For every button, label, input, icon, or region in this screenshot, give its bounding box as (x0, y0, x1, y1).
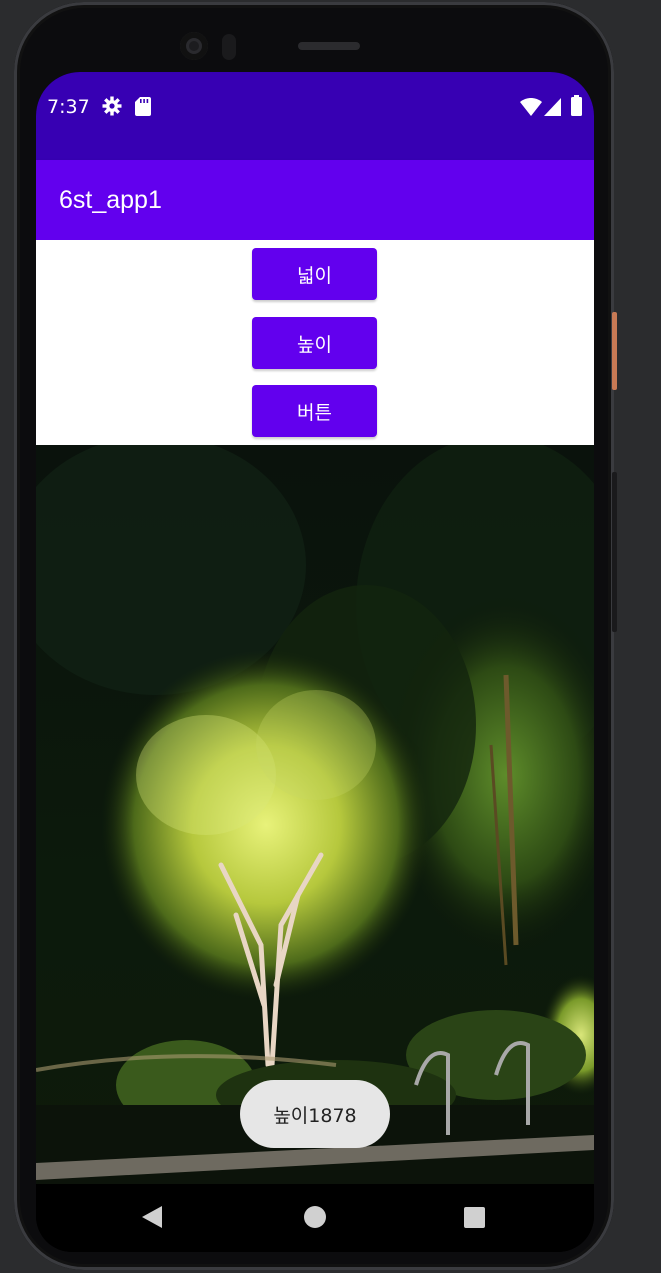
earpiece-speaker (298, 42, 360, 50)
proximity-sensor (222, 34, 236, 60)
gear-icon (102, 96, 122, 116)
home-icon[interactable] (304, 1206, 326, 1228)
back-icon[interactable] (142, 1206, 162, 1228)
app-title: 6st_app1 (59, 186, 162, 214)
sd-card-icon (135, 97, 151, 116)
width-button[interactable]: 넓이 (252, 248, 377, 300)
volume-button[interactable] (612, 312, 617, 390)
tree-photo (36, 445, 594, 1184)
wifi-icon (520, 98, 542, 116)
signal-icon (544, 98, 561, 116)
battery-icon (571, 95, 582, 116)
button-panel: 넓이 높이 버튼 (36, 240, 594, 445)
device-screen: 7:37 6st_app1 넓이 높이 버튼 높이1878 (36, 72, 594, 1252)
height-button[interactable]: 높이 (252, 317, 377, 369)
status-bar: 7:37 (36, 72, 594, 160)
navigation-bar (36, 1184, 594, 1252)
status-time: 7:37 (47, 96, 90, 118)
generic-button[interactable]: 버튼 (252, 385, 377, 437)
recents-icon[interactable] (464, 1207, 485, 1228)
app-bar: 6st_app1 (36, 160, 594, 240)
power-button[interactable] (612, 472, 617, 632)
toast-message: 높이1878 (240, 1080, 390, 1148)
front-camera (180, 32, 208, 60)
